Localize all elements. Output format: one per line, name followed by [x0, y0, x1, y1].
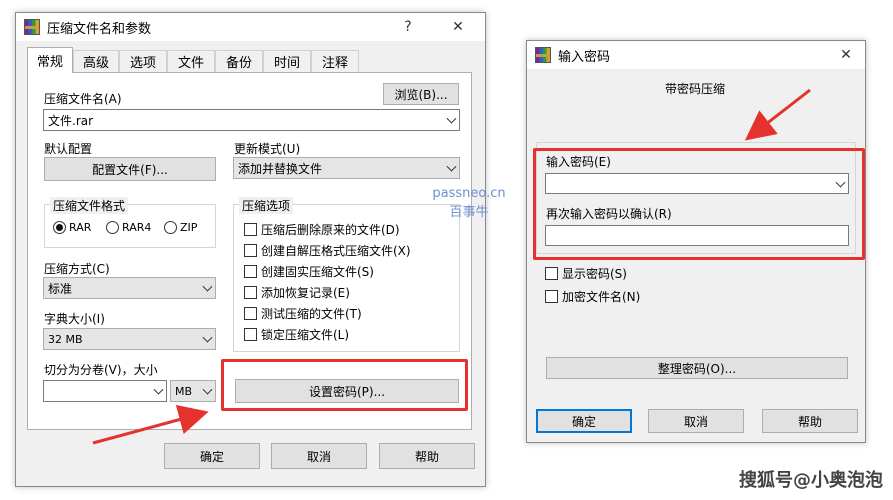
set-password-highlight: [221, 359, 468, 411]
format-rar-radio[interactable]: RAR: [53, 221, 91, 234]
checkbox-icon: [244, 223, 257, 236]
profiles-button[interactable]: 配置文件(F)...: [44, 157, 216, 181]
format-rar4-radio[interactable]: RAR4: [106, 221, 151, 234]
archive-name-label: 压缩文件名(A): [44, 92, 122, 106]
option-label: 压缩后删除原来的文件(D): [261, 223, 400, 237]
close-icon[interactable]: ✕: [835, 45, 857, 65]
cancel-button[interactable]: 取消: [648, 409, 744, 433]
option-recovery-record[interactable]: 添加恢复记录(E): [244, 284, 350, 301]
watermark-line1: passneo.cn: [432, 186, 506, 201]
watermark: passneo.cn 百事牛: [422, 186, 516, 220]
format-rar4-label: RAR4: [122, 221, 152, 234]
update-mode-select[interactable]: 添加并替换文件: [233, 157, 460, 179]
ok-button[interactable]: 确定: [164, 443, 260, 469]
archive-name-input[interactable]: 文件.rar: [43, 109, 460, 131]
dialog-titlebar: 输入密码 ✕: [527, 41, 865, 69]
split-unit-value: MB: [175, 384, 193, 398]
update-mode-label: 更新模式(U): [234, 142, 301, 156]
format-zip-label: ZIP: [180, 221, 198, 234]
option-label: 添加恢复记录(E): [261, 286, 350, 300]
organize-passwords-button[interactable]: 整理密码(O)...: [546, 357, 848, 379]
watermark-line2: 百事牛: [449, 205, 489, 220]
split-size-input[interactable]: [43, 380, 167, 402]
winrar-app-icon: [535, 47, 551, 63]
tab-advanced[interactable]: 高级: [73, 50, 119, 72]
tab-options[interactable]: 选项: [119, 50, 167, 72]
format-zip-radio[interactable]: ZIP: [164, 221, 197, 234]
help-button[interactable]: 帮助: [762, 409, 858, 433]
default-profile-label: 默认配置: [44, 142, 93, 156]
option-solid[interactable]: 创建固实压缩文件(S): [244, 263, 374, 280]
dictionary-size-label: 字典大小(I): [44, 312, 105, 326]
option-label: 测试压缩的文件(T): [261, 307, 362, 321]
update-mode-value: 添加并替换文件: [238, 161, 323, 176]
dialog-titlebar: 压缩文件名和参数 ? ✕: [16, 13, 485, 41]
password-fields-highlight: [533, 148, 865, 260]
radio-icon: [106, 221, 119, 234]
option-label: 锁定压缩文件(L): [261, 328, 350, 342]
password-dialog-header: 带密码压缩: [665, 82, 726, 96]
option-sfx[interactable]: 创建自解压格式压缩文件(X): [244, 242, 411, 259]
checkbox-icon: [244, 286, 257, 299]
dictionary-size-select[interactable]: 32 MB: [43, 328, 216, 350]
option-label: 创建固实压缩文件(S): [261, 265, 374, 279]
radio-icon: [164, 221, 177, 234]
checkbox-icon: [244, 307, 257, 320]
chevron-down-icon: [446, 161, 457, 172]
browse-button[interactable]: 浏览(B)...: [383, 83, 459, 105]
checkbox-icon: [244, 328, 257, 341]
tab-time[interactable]: 时间: [263, 50, 311, 72]
show-password-checkbox[interactable]: 显示密码(S): [545, 265, 627, 282]
compression-method-label: 压缩方式(C): [44, 262, 110, 276]
archive-format-title: 压缩文件格式: [50, 197, 129, 214]
encrypt-names-label: 加密文件名(N): [562, 290, 641, 304]
show-password-label: 显示密码(S): [562, 267, 627, 281]
encrypt-names-checkbox[interactable]: 加密文件名(N): [545, 288, 640, 305]
format-rar-label: RAR: [69, 221, 92, 234]
close-icon[interactable]: ✕: [447, 17, 469, 37]
chevron-down-icon: [202, 332, 213, 343]
checkbox-icon: [244, 265, 257, 278]
help-button[interactable]: 帮助: [379, 443, 475, 469]
option-test-files[interactable]: 测试压缩的文件(T): [244, 305, 362, 322]
dialog-title: 压缩文件名和参数: [47, 21, 152, 37]
tab-general[interactable]: 常规: [27, 47, 73, 73]
dialog-title: 输入密码: [558, 49, 611, 65]
chevron-down-icon[interactable]: [446, 113, 457, 124]
tab-backup[interactable]: 备份: [215, 50, 263, 72]
winrar-app-icon: [24, 19, 40, 35]
radio-selected-icon: [53, 221, 66, 234]
checkbox-icon: [244, 244, 257, 257]
compression-method-value: 标准: [48, 281, 73, 296]
chevron-down-icon: [202, 281, 213, 292]
option-label: 创建自解压格式压缩文件(X): [261, 244, 411, 258]
cancel-button[interactable]: 取消: [271, 443, 367, 469]
option-lock[interactable]: 锁定压缩文件(L): [244, 326, 349, 343]
help-icon[interactable]: ?: [397, 17, 419, 37]
brand-watermark: 搜狐号@小奥泡泡: [739, 470, 883, 491]
split-unit-select[interactable]: MB: [170, 380, 216, 402]
checkbox-icon: [545, 267, 558, 280]
chevron-down-icon[interactable]: [153, 384, 164, 395]
split-volumes-label: 切分为分卷(V)，大小: [44, 363, 158, 377]
archive-name-value: 文件.rar: [48, 113, 94, 128]
compression-method-select[interactable]: 标准: [43, 277, 216, 299]
chevron-down-icon: [202, 384, 213, 395]
dictionary-size-value: 32 MB: [48, 332, 83, 346]
checkbox-icon: [545, 290, 558, 303]
tab-files[interactable]: 文件: [167, 50, 215, 72]
archive-options-title: 压缩选项: [239, 197, 294, 214]
ok-button[interactable]: 确定: [536, 409, 632, 433]
tab-comment[interactable]: 注释: [311, 50, 359, 72]
option-delete-after[interactable]: 压缩后删除原来的文件(D): [244, 221, 400, 238]
